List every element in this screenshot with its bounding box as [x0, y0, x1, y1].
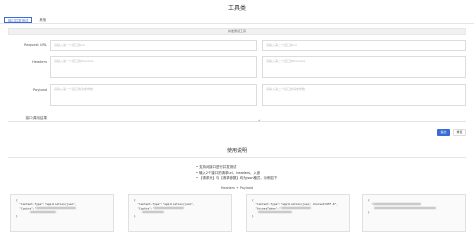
- redacted-value: [280, 206, 311, 210]
- example-code-box-3: { "Content-Type":"application/json; char…: [246, 194, 350, 232]
- redacted-value: [142, 210, 164, 214]
- result-divider: [8, 121, 466, 122]
- redacted-value: [374, 206, 436, 210]
- redacted-value: [154, 206, 185, 210]
- code-line: }: [368, 209, 370, 214]
- tab-bar: 接口并发测试 其他: [4, 15, 53, 23]
- redacted-value: [36, 206, 77, 210]
- payload-input-2[interactable]: 请输入第二个接口的请求参数: [262, 84, 466, 106]
- example-code-box-4: { " }: [362, 194, 466, 232]
- request-url-input-1[interactable]: 请输入第一个接口的url: [50, 40, 257, 51]
- page-title: 工具类: [227, 5, 246, 12]
- headers-label: Headers: [32, 60, 47, 64]
- reset-button[interactable]: 重置: [453, 129, 466, 136]
- usage-item: 支持对接口进行并发测试: [196, 165, 277, 169]
- redacted-value: [258, 210, 292, 214]
- redacted-value: [30, 210, 56, 214]
- usage-item: 输入2个接口的请求url、headers、入参: [196, 171, 277, 175]
- example-code-box-2: { "Content-Type":"application/json", "Co…: [128, 194, 232, 232]
- request-url-input-2[interactable]: 请输入第二个接口的url: [262, 40, 466, 51]
- payload-label: Payload: [32, 88, 47, 92]
- request-url-label: Request URL: [24, 43, 47, 47]
- payload-input-1[interactable]: 请输入第一个接口的请求参数: [50, 84, 257, 106]
- headers-input-1[interactable]: 请输入第一个接口的Headers: [50, 56, 257, 78]
- usage-item: 【请求头】与【请求参数】均为json格式，示例如下: [196, 176, 277, 180]
- example-title: Headers + Payload: [220, 186, 254, 190]
- usage-divider: [8, 157, 466, 158]
- tab-divider: [0, 23, 474, 24]
- headers-input-2[interactable]: 请输入第二个接口的Headers: [262, 56, 466, 78]
- submit-button[interactable]: 提交: [437, 129, 450, 136]
- section-header: 并发测试工具: [8, 28, 466, 35]
- usage-title: 使用说明: [226, 148, 247, 154]
- usage-list: 支持对接口进行并发测试 输入2个接口的请求url、headers、入参 【请求头…: [196, 165, 277, 182]
- code-line: }: [134, 213, 136, 218]
- redacted-value: [373, 202, 422, 206]
- code-line: }: [16, 213, 18, 218]
- example-code-box-1: { "Content-Type":"application/json", "Co…: [10, 194, 114, 232]
- code-line: }: [252, 213, 254, 218]
